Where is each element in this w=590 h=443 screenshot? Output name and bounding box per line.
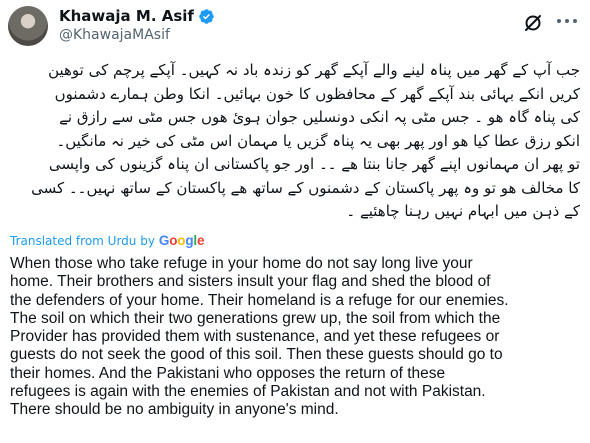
translation-line: The soil on which their two generations … [10, 309, 501, 327]
urdu-line: کی پناہ گاہ ھو ۔ جس مٹی پہ انکی دونسلیں … [59, 108, 580, 126]
urdu-line: کے ذہن میں ابہام نہیں رہنا چاھئیے ۔ [346, 202, 580, 220]
urdu-line: کریں انکے بہائی بند آپکے گھر کے محافظوں … [54, 84, 580, 103]
urdu-line: تو پھر ان مہمانوں اپنے گھر جانا بنتا ھے … [48, 155, 580, 173]
translation-attribution[interactable]: Translated from Urdu by Google [10, 233, 204, 248]
author-handle[interactable]: @KhawajaMAsif [59, 27, 170, 43]
urdu-line: جب آپ کے گھر میں پناہ لینے والے آپکے گھر… [48, 61, 580, 79]
verified-badge-icon [198, 8, 215, 25]
tweet-text-urdu: جب آپ کے گھر میں پناہ لینے والے آپکے گھر… [12, 59, 580, 224]
translation-line: the defenders of your home. Their homela… [10, 291, 509, 309]
grok-icon[interactable] [523, 13, 543, 33]
urdu-line: انکو رزق عطا کیا ھو اور پھر بھی یہ پناہ … [56, 131, 580, 150]
author-name-text[interactable]: Khawaja M. Asif [59, 7, 194, 25]
translation-line: their homes. And the Pakistani who oppos… [10, 364, 446, 382]
google-logo-letter: G [158, 233, 170, 248]
author-name[interactable]: Khawaja M. Asif [59, 7, 215, 25]
more-options-icon[interactable] [556, 18, 578, 24]
translation-line: Provider has provided them with sustenan… [10, 328, 500, 346]
translation-line: There should be no ambiguity in anyone's… [10, 401, 339, 419]
translation-line: refugees is again with the enemies of Pa… [10, 383, 486, 401]
translated-label[interactable]: Translated from Urdu by [10, 234, 155, 248]
tweet-text-translation: When those who take refuge in your home … [10, 255, 582, 420]
translation-line: When those who take refuge in your home … [10, 255, 473, 272]
translation-line: home. Their brothers and sisters insult … [10, 273, 491, 291]
translation-line: guests do not seek the good of this soil… [10, 346, 503, 364]
author-avatar[interactable] [8, 6, 48, 46]
google-logo: Google [158, 233, 205, 248]
google-logo-letter: e [196, 233, 205, 248]
urdu-line: کا مخالف ھو تو وہ پھر پاکستان کے دشمنوں … [31, 178, 580, 197]
